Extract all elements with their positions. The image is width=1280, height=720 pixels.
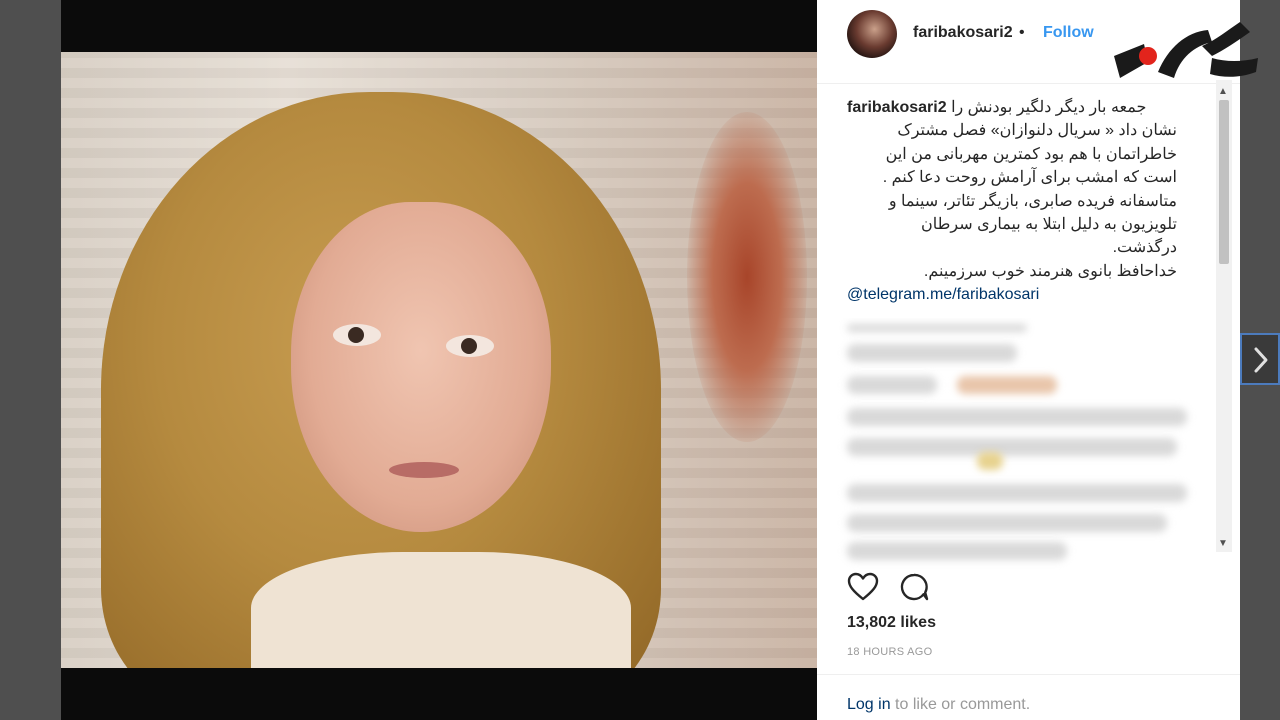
next-post-button[interactable] <box>1240 333 1280 385</box>
photo-mouth <box>389 462 459 478</box>
caption-line: نشان داد « سریال دلنوازان» فصل مشترک <box>897 122 1177 140</box>
post-caption: faribakosari2 جمعه بار دیگر دلگیر بودنش … <box>847 96 1219 318</box>
post-photo[interactable] <box>61 52 817 668</box>
post-actions <box>847 570 967 604</box>
caption-link[interactable]: @telegram.me/faribakosari <box>847 283 1219 306</box>
chevron-right-icon <box>1254 347 1268 373</box>
caption-text-first: جمعه بار دیگر دلگیر بودنش را <box>951 99 1147 116</box>
scrollbar-thumb[interactable] <box>1219 100 1229 264</box>
instagram-post-viewer: faribakosari2 • Follow faribakosari2 جمع… <box>0 0 1280 720</box>
username-link[interactable]: faribakosari2 <box>913 24 1013 42</box>
photo-coat <box>251 552 631 668</box>
caption-line: خداحافظ بانوی هنرمند خوب سرزمینم. <box>923 262 1177 280</box>
photo-face <box>291 202 551 532</box>
divider <box>817 674 1240 675</box>
site-logo <box>1114 22 1258 78</box>
caption-line: است که امشب برای آرامش روحت دعا کنم . <box>882 169 1177 187</box>
follow-button[interactable]: Follow <box>1043 24 1094 42</box>
login-prompt-text: to like or comment. <box>890 696 1031 713</box>
login-prompt: Log in to like or comment. <box>847 696 1030 714</box>
heart-outline-icon[interactable] <box>847 572 879 602</box>
caption-line: متاسفانه فریده صابری، بازیگر تئاتر، سینم… <box>888 192 1177 210</box>
blurred-comments <box>817 318 1240 570</box>
caption-first-line: faribakosari2 جمعه بار دیگر دلگیر بودنش … <box>847 96 1219 119</box>
caption-line: تلویزیون به دلیل ابتلا به بیماری سرطان <box>921 216 1177 234</box>
caption-line: خاطراتمان با هم بود کمترین مهربانی من ای… <box>885 145 1177 163</box>
likes-count[interactable]: 13,802 likes <box>847 614 936 632</box>
caption-line: درگذشت. <box>1112 239 1177 257</box>
avatar[interactable] <box>847 10 897 58</box>
separator-dot: • <box>1019 24 1025 41</box>
speech-bubble-icon[interactable] <box>899 572 929 602</box>
post-photo-frame <box>61 0 817 720</box>
photo-blur-object <box>687 112 807 442</box>
photo-eye-left <box>333 324 381 346</box>
scroll-down-arrow-icon[interactable]: ▼ <box>1218 538 1228 549</box>
login-link[interactable]: Log in <box>847 696 891 713</box>
post-timestamp[interactable]: 18 HOURS AGO <box>847 646 933 658</box>
post-side-panel: faribakosari2 • Follow faribakosari2 جمع… <box>817 0 1240 720</box>
caption-author[interactable]: faribakosari2 <box>847 99 947 116</box>
photo-eye-right <box>446 335 494 357</box>
